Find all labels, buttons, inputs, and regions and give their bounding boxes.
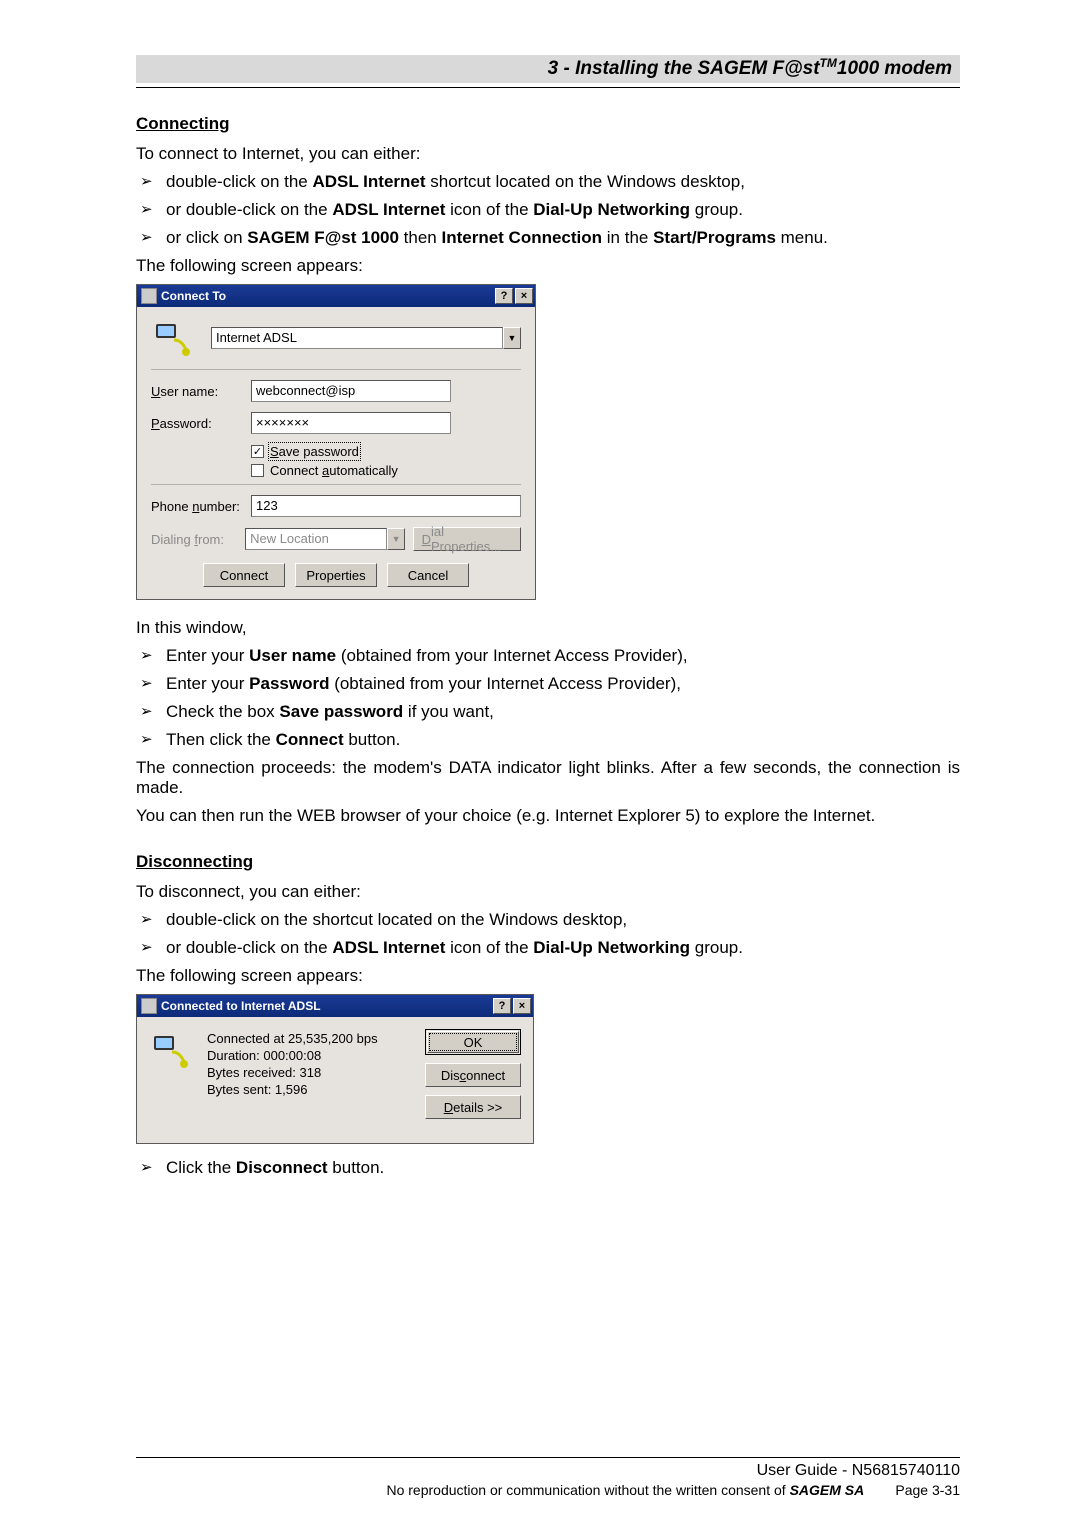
text: or click on	[166, 228, 247, 247]
bullet-adsl-shortcut: double-click on the ADSL Internet shortc…	[136, 172, 960, 192]
bullet-click-connect: Then click the Connect button.	[136, 730, 960, 750]
bullet-enter-password: Enter your Password (obtained from your …	[136, 674, 960, 694]
password-label: Password:	[151, 416, 251, 431]
text: or double-click on the	[166, 200, 332, 219]
connection-proceeds: The connection proceeds: the modem's DAT…	[136, 758, 960, 798]
text: Start/Programs	[653, 228, 776, 247]
bullet-disc-dialup: or double-click on the ADSL Internet ico…	[136, 938, 960, 958]
dialup-icon	[141, 288, 157, 304]
text: shortcut located on the Windows desktop,	[426, 172, 745, 191]
connect-to-title: Connect To	[161, 289, 226, 303]
close-button[interactable]: ×	[513, 998, 531, 1014]
close-button[interactable]: ×	[515, 288, 533, 304]
text: ADSL Internet	[312, 172, 425, 191]
phone-number-input[interactable]: 123	[251, 495, 521, 517]
bullet-click-disconnect: Click the Disconnect button.	[136, 1158, 960, 1178]
bullet-save-password: Check the box Save password if you want,	[136, 702, 960, 722]
connecting-intro: To connect to Internet, you can either:	[136, 144, 960, 164]
bullet-enter-username: Enter your User name (obtained from your…	[136, 646, 960, 666]
text: SAGEM F@st 1000	[247, 228, 399, 247]
text: Dial-Up Networking	[533, 200, 690, 219]
dial-properties-button: Dial Properties...	[413, 527, 521, 551]
text: then	[399, 228, 442, 247]
properties-button[interactable]: Properties	[295, 563, 377, 587]
dialing-from-combo: New Location	[245, 528, 387, 550]
text: double-click on the	[166, 172, 312, 191]
username-input[interactable]: webconnect@isp	[251, 380, 451, 402]
stat-duration: Duration: 000:00:08	[207, 1048, 415, 1063]
header-title-suffix: 1000 modem	[837, 58, 952, 80]
stat-speed: Connected at 25,535,200 bps	[207, 1031, 415, 1046]
footer-legal: No reproduction or communication without…	[136, 1482, 960, 1498]
following-screen-1: The following screen appears:	[136, 256, 960, 276]
connect-to-dialog: Connect To ? × Internet ADSL ▼ User name…	[136, 284, 536, 600]
header-title-prefix: 3 - Installing the SAGEM F@st	[548, 58, 820, 80]
text: menu.	[776, 228, 828, 247]
connect-auto-checkbox[interactable]	[251, 464, 264, 477]
connection-combo[interactable]: Internet ADSL	[211, 327, 503, 349]
header-title-sup: TM	[820, 56, 837, 70]
save-password-label: Save password	[270, 444, 359, 459]
stat-bytes-received: Bytes received: 318	[207, 1065, 415, 1080]
phone-number-label: Phone number:	[151, 499, 251, 514]
connected-title: Connected to Internet ADSL	[161, 999, 321, 1013]
username-label: User name:	[151, 384, 251, 399]
text: group.	[690, 200, 743, 219]
modem-phone-icon	[149, 1029, 191, 1071]
bullet-disc-shortcut: double-click on the shortcut located on …	[136, 910, 960, 930]
following-screen-2: The following screen appears:	[136, 966, 960, 986]
modem-phone-icon	[151, 317, 193, 359]
text: in the	[602, 228, 653, 247]
page-header: 3 - Installing the SAGEM F@stTM 1000 mod…	[136, 55, 960, 83]
connected-dialog: Connected to Internet ADSL ? × Connected…	[136, 994, 534, 1144]
details-button[interactable]: Details >>	[425, 1095, 521, 1119]
in-this-window: In this window,	[136, 618, 960, 638]
dialing-from-dropdown: ▼	[387, 528, 405, 550]
header-rule	[136, 87, 960, 88]
bullet-adsl-dialup: or double-click on the ADSL Internet ico…	[136, 200, 960, 220]
text: icon of the	[445, 200, 533, 219]
text: Internet Connection	[441, 228, 602, 247]
dialing-from-label: Dialing from:	[151, 532, 245, 547]
combo-dropdown-button[interactable]: ▼	[503, 327, 521, 349]
connected-titlebar[interactable]: Connected to Internet ADSL ? ×	[137, 995, 533, 1017]
help-button[interactable]: ?	[493, 998, 511, 1014]
disconnect-button[interactable]: Disconnect	[425, 1063, 521, 1087]
connect-auto-label: Connect automatically	[270, 463, 398, 478]
password-input[interactable]: ×××××××	[251, 412, 451, 434]
ok-button[interactable]: OK	[425, 1029, 521, 1055]
cancel-button[interactable]: Cancel	[387, 563, 469, 587]
stat-bytes-sent: Bytes sent: 1,596	[207, 1082, 415, 1097]
save-password-checkbox[interactable]: ✓	[251, 445, 264, 458]
disconnecting-heading: Disconnecting	[136, 852, 960, 872]
run-browser: You can then run the WEB browser of your…	[136, 806, 960, 826]
text: ADSL Internet	[332, 200, 445, 219]
connect-button[interactable]: Connect	[203, 563, 285, 587]
connecting-heading: Connecting	[136, 114, 960, 134]
footer-guide: User Guide - N56815740110	[136, 1462, 960, 1480]
help-button[interactable]: ?	[495, 288, 513, 304]
dialup-icon	[141, 998, 157, 1014]
bullet-start-programs: or click on SAGEM F@st 1000 then Interne…	[136, 228, 960, 248]
page-footer: User Guide - N56815740110 No reproductio…	[136, 1457, 960, 1498]
disconnect-intro: To disconnect, you can either:	[136, 882, 960, 902]
connect-to-titlebar[interactable]: Connect To ? ×	[137, 285, 535, 307]
